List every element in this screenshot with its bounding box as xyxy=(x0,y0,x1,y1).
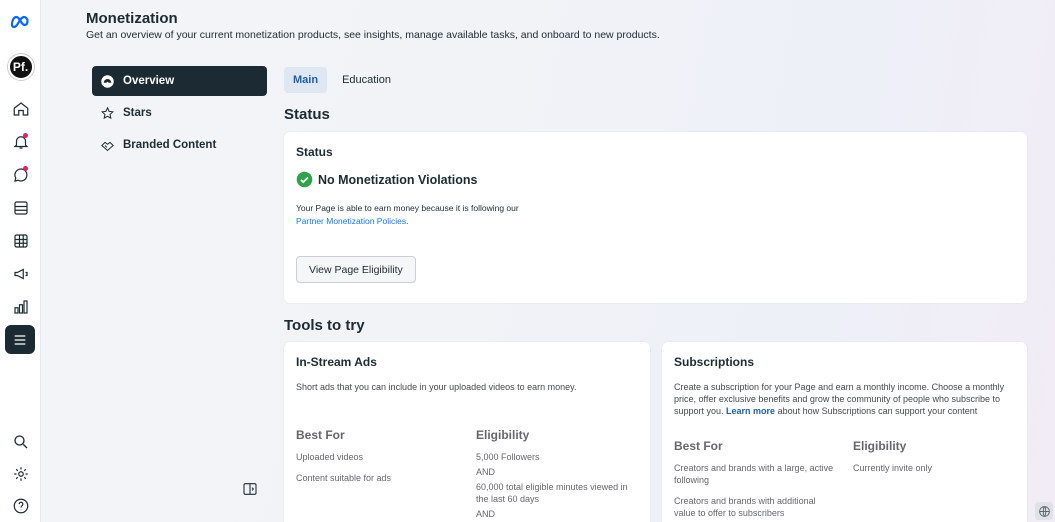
status-section-heading: Status xyxy=(284,106,330,123)
instream-best-for-item: Content suitable for ads xyxy=(296,473,392,483)
planner-icon[interactable] xyxy=(0,229,41,253)
instream-desc: Short ads that you can include in your u… xyxy=(296,382,577,392)
home-icon[interactable] xyxy=(0,97,41,121)
tab-bar: Main Education xyxy=(284,67,400,93)
insights-icon[interactable] xyxy=(0,295,41,319)
instream-eligibility-label: Eligibility xyxy=(476,428,530,442)
monetization-nav: Overview Stars Branded Content xyxy=(92,66,267,162)
instream-ads-card: In-Stream Ads Short ads that you can inc… xyxy=(284,342,650,522)
messages-icon[interactable] xyxy=(0,163,41,187)
subscriptions-eligibility-item: Currently invite only xyxy=(853,463,933,473)
instream-eligibility-item: AND xyxy=(476,509,496,519)
nav-item-branded-content[interactable]: Branded Content xyxy=(92,130,267,160)
subscriptions-title: Subscriptions xyxy=(674,355,755,369)
collapse-sidebar-icon[interactable] xyxy=(242,481,258,497)
instream-eligibility-item: AND xyxy=(476,467,496,477)
notifications-icon[interactable] xyxy=(0,130,41,154)
search-icon[interactable] xyxy=(0,430,41,454)
tab-main[interactable]: Main xyxy=(284,67,328,93)
view-page-eligibility-button[interactable]: View Page Eligibility xyxy=(296,256,416,283)
notification-dot xyxy=(23,133,28,138)
subscriptions-best-for-item: Creators and brands with additional valu… xyxy=(674,496,816,518)
instream-title: In-Stream Ads xyxy=(296,355,377,369)
ads-megaphone-icon[interactable] xyxy=(0,262,41,286)
instream-eligibility-item: 60,000 total eligible minutes viewed in … xyxy=(476,482,628,504)
meta-logo-icon[interactable] xyxy=(0,10,41,34)
subscriptions-card: Subscriptions Create a subscription for … xyxy=(662,342,1027,522)
subscriptions-desc: Create a subscription for your Page and … xyxy=(674,382,1005,416)
tab-education[interactable]: Education xyxy=(333,67,400,93)
content-icon[interactable] xyxy=(0,196,41,220)
instream-best-for-item: Uploaded videos xyxy=(296,452,364,462)
settings-gear-icon[interactable] xyxy=(0,462,41,486)
violation-status: No Monetization Violations xyxy=(296,171,478,188)
messages-dot xyxy=(23,166,28,171)
page-subtitle: Get an overview of your current monetiza… xyxy=(86,29,660,41)
check-circle-icon xyxy=(296,171,313,188)
status-card: Status No Monetization Violations Your P… xyxy=(284,132,1027,303)
page-title: Monetization xyxy=(86,10,178,27)
page-header: Monetization Get an overview of your cur… xyxy=(86,10,660,41)
nav-item-stars[interactable]: Stars xyxy=(92,98,267,128)
stars-icon xyxy=(100,106,115,119)
instream-best-for-label: Best For xyxy=(296,428,345,442)
help-icon[interactable] xyxy=(0,494,41,518)
globe-icon[interactable] xyxy=(1035,502,1053,520)
subscriptions-eligibility-label: Eligibility xyxy=(853,439,907,453)
instream-eligibility-item: 5,000 Followers xyxy=(476,452,540,462)
partner-policies-link[interactable]: Partner Monetization Policies xyxy=(296,216,406,226)
subscriptions-best-for-label: Best For xyxy=(674,439,723,453)
page-avatar[interactable]: Pf. xyxy=(0,54,41,80)
status-card-title: Status xyxy=(296,145,333,159)
handshake-icon xyxy=(101,141,114,151)
learn-more-link[interactable]: Learn more xyxy=(726,406,775,416)
nav-item-overview[interactable]: Overview xyxy=(92,66,267,96)
left-rail: Pf. xyxy=(0,0,41,522)
tools-section-heading: Tools to try xyxy=(284,317,365,334)
overview-icon xyxy=(101,74,114,88)
subscriptions-best-for-item: Creators and brands with a large, active… xyxy=(674,463,834,485)
all-tools-menu-icon[interactable] xyxy=(5,325,35,354)
status-desc: Your Page is able to earn money because … xyxy=(296,203,519,226)
